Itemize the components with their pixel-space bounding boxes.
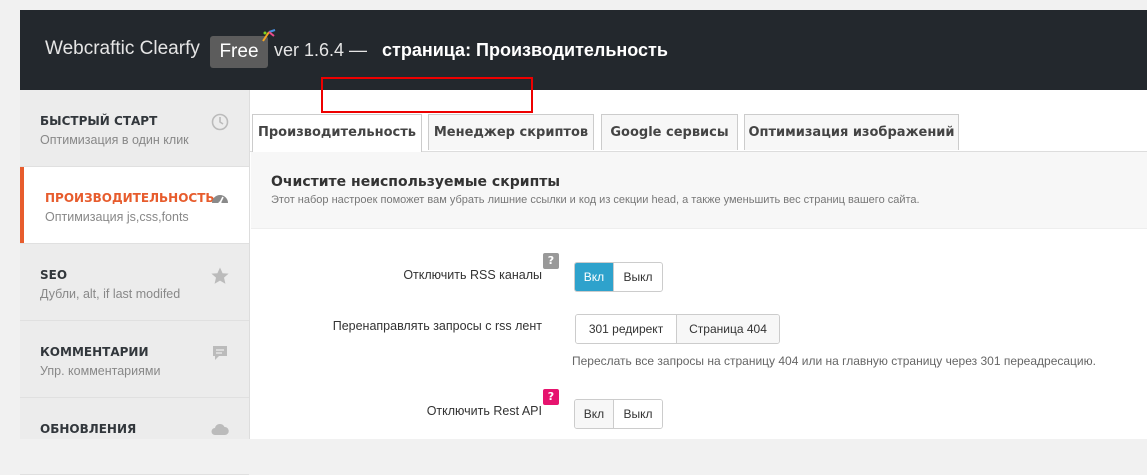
sidebar-item-updates[interactable]: ОБНОВЛЕНИЯ — [20, 398, 249, 475]
app-header: Webcraftic Clearfy Free ver 1.6.4 — стра… — [20, 10, 1147, 90]
sidebar-item-subtitle: Упр. комментариями — [40, 364, 161, 378]
sidebar: БЫСТРЫЙ СТАРТ Оптимизация в один клик ПР… — [20, 90, 250, 475]
comment-icon — [213, 346, 227, 360]
sidebar-item-title: ПРОИЗВОДИТЕЛЬНОСТЬ — [45, 191, 215, 205]
active-indicator — [20, 167, 24, 243]
sidebar-item-subtitle: Оптимизация js,css,fonts — [45, 210, 189, 224]
help-icon[interactable]: ? — [543, 389, 559, 405]
sidebar-item-performance[interactable]: ПРОИЗВОДИТЕЛЬНОСТЬ Оптимизация js,css,fo… — [20, 167, 249, 244]
section-description: Этот набор настроек поможет вам убрать л… — [271, 194, 920, 206]
tab-google-services[interactable]: Google сервисы — [601, 114, 738, 150]
sidebar-item-title: КОММЕНТАРИИ — [40, 345, 149, 359]
redirect-301-button[interactable]: 301 редирект — [576, 315, 676, 343]
rss-redirect-hint: Переслать все запросы на страницу 404 ил… — [572, 354, 1096, 368]
main-panel: Производительность Менеджер скриптов Goo… — [250, 90, 1147, 439]
annotation-highlight-box — [321, 77, 533, 113]
page-404-button[interactable]: Страница 404 — [676, 315, 779, 343]
toggle-off-button[interactable]: Выкл — [613, 263, 662, 291]
rss-redirect-label: Перенаправлять запросы с rss лент — [332, 319, 542, 333]
rest-api-label: Отключить Rest API — [426, 404, 542, 418]
rest-api-toggle: Вкл Выкл — [574, 399, 663, 429]
help-icon[interactable]: ? — [543, 253, 559, 269]
toggle-on-button[interactable]: Вкл — [575, 263, 613, 291]
sidebar-item-quick-start[interactable]: БЫСТРЫЙ СТАРТ Оптимизация в один клик — [20, 90, 249, 167]
rss-label: Отключить RSS каналы — [403, 268, 542, 282]
version-label: ver 1.6.4 — — [274, 40, 368, 60]
toggle-off-button[interactable]: Выкл — [613, 400, 662, 428]
tab-script-manager[interactable]: Менеджер скриптов — [428, 114, 594, 150]
sidebar-item-comments[interactable]: КОММЕНТАРИИ Упр. комментариями — [20, 321, 249, 398]
sidebar-item-title: ОБНОВЛЕНИЯ — [40, 422, 137, 436]
sidebar-item-subtitle: Дубли, alt, if last modifed — [40, 287, 181, 301]
rss-toggle: Вкл Выкл — [574, 262, 663, 292]
section-heading: Очистите неиспользуемые скрипты — [271, 174, 561, 190]
clock-icon — [211, 113, 229, 131]
tab-performance[interactable]: Производительность — [252, 114, 422, 152]
dashboard-icon — [212, 195, 228, 205]
cloud-icon — [211, 423, 229, 435]
sidebar-item-seo[interactable]: SEO Дубли, alt, if last modifed — [20, 244, 249, 321]
tab-bar: Производительность Менеджер скриптов Goo… — [250, 114, 1147, 152]
rss-redirect-selector: 301 редирект Страница 404 — [575, 314, 780, 344]
sidebar-item-title: SEO — [40, 268, 68, 282]
tab-image-optimization[interactable]: Оптимизация изображений — [744, 114, 959, 150]
free-badge: Free — [210, 36, 268, 68]
app-brand: Webcraftic Clearfy — [45, 38, 200, 59]
toggle-on-button[interactable]: Вкл — [575, 400, 613, 428]
section-header: Очистите неиспользуемые скрипты Этот наб… — [251, 152, 1147, 229]
sidebar-item-subtitle: Оптимизация в один клик — [40, 133, 189, 147]
page-title: страница: Производительность — [382, 40, 668, 60]
star-icon — [211, 267, 229, 284]
sidebar-item-title: БЫСТРЫЙ СТАРТ — [40, 114, 158, 128]
